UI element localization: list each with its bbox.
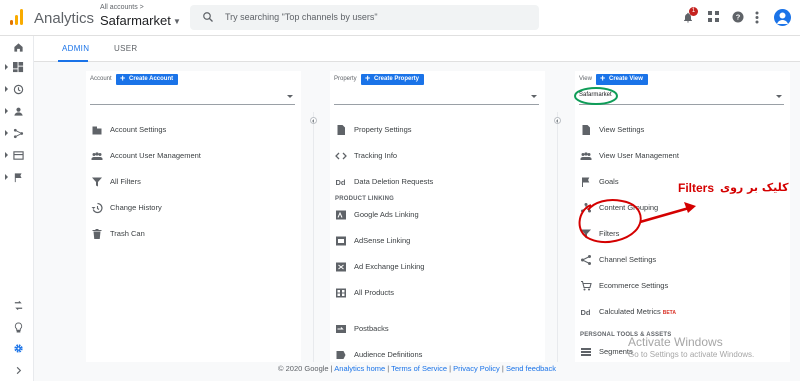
- view-name-highlight-ellipse: [574, 87, 618, 105]
- red-arrow-icon: [639, 206, 690, 224]
- filters-highlight-circle: [578, 199, 642, 243]
- arrowhead-icon: [684, 202, 696, 213]
- activation-watermark-title: Activate Windows: [628, 335, 723, 349]
- annotation-filters-word: Filters: [678, 181, 715, 195]
- activation-watermark-subtitle: Go to Settings to activate Windows.: [628, 350, 755, 359]
- annotation-click-text: کلیک بر روی: [720, 181, 789, 194]
